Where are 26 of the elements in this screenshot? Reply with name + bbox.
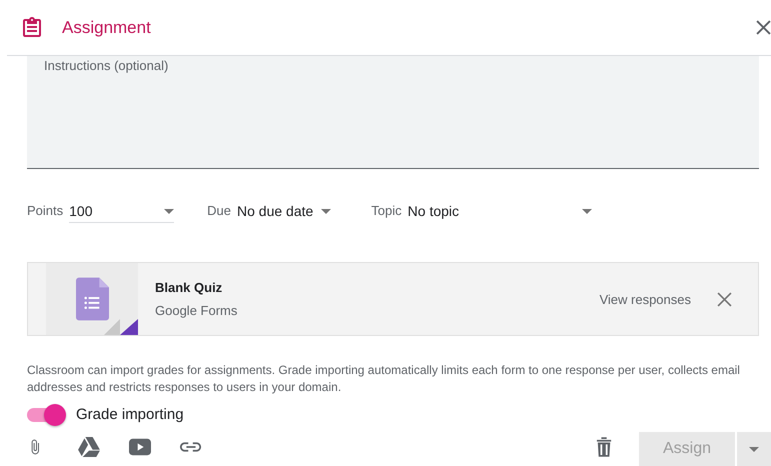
triangle-drive-icon[interactable]	[78, 437, 100, 457]
form-document-icon	[76, 277, 108, 321]
dropdown-field[interactable]: No due date	[237, 200, 332, 222]
caret-icon	[321, 208, 332, 214]
field-label: Points	[27, 203, 64, 219]
trash-icon[interactable]	[596, 437, 612, 457]
dropdown-field[interactable]: No topic	[408, 200, 592, 222]
toggle-label: Grade importing	[76, 406, 184, 423]
caret-icon	[749, 446, 759, 452]
dropdown-field[interactable]: 100	[69, 200, 174, 223]
info-text: Classroom can import grades for assignments. Grade importing automatically limits each form to one response per user, collects email addresses and restricts responses to users in your domain.	[27, 362, 741, 396]
play-video-icon[interactable]	[129, 437, 151, 457]
caret-icon	[164, 208, 174, 214]
field-label: Topic	[371, 203, 402, 219]
field-label: Due	[207, 203, 231, 219]
attachment-title: Blank Quiz	[155, 280, 224, 295]
corner-fold-icon	[104, 319, 138, 335]
clipboard-icon	[20, 16, 44, 40]
view-responses-link[interactable]: View responses	[599, 292, 691, 306]
attachment-card[interactable]: Blank Quiz Google Forms View responses	[27, 262, 759, 336]
attachment-type: Google Forms	[155, 303, 238, 318]
dialog-title: Assignment	[62, 18, 151, 38]
remove-icon[interactable]	[717, 292, 732, 306]
close-icon[interactable]	[756, 20, 771, 35]
caret-icon	[582, 208, 592, 214]
instructions-field[interactable]: Instructions (optional)	[27, 56, 759, 169]
